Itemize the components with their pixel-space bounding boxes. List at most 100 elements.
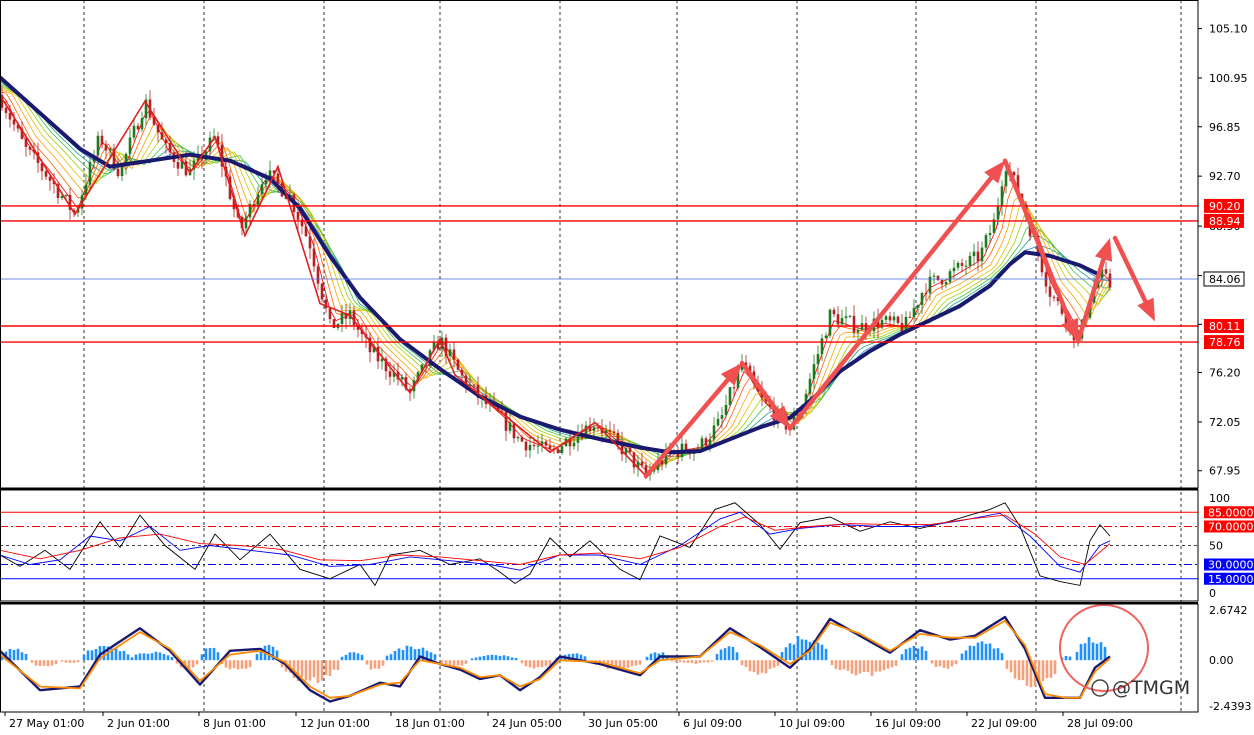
macd-histogram-bar: [626, 660, 630, 668]
candle-body: [704, 438, 708, 446]
candle-body: [472, 384, 476, 386]
macd-histogram-bar: [719, 649, 723, 661]
candle-body: [844, 316, 848, 319]
candle-body: [920, 292, 924, 306]
candle-body: [156, 124, 160, 133]
candle-body: [140, 118, 144, 130]
macd-histogram-bar: [960, 653, 964, 661]
macd-histogram-bar: [824, 648, 828, 661]
macd-histogram-bar: [134, 654, 138, 661]
candle-body: [940, 280, 944, 285]
macd-histogram-bar: [964, 650, 968, 661]
candle-body: [136, 125, 140, 130]
macd-histogram-bar: [670, 660, 674, 662]
candle-body: [924, 292, 928, 294]
candle-body: [860, 323, 864, 331]
candle-body: [808, 378, 812, 394]
macd-histogram-bar: [385, 655, 389, 661]
candle-body: [640, 461, 644, 466]
macd-histogram-bar: [938, 660, 942, 667]
candle-body: [96, 135, 100, 156]
level-label: 88.94: [1209, 215, 1241, 228]
candle-body: [832, 309, 836, 315]
macd-histogram-bar: [942, 660, 946, 668]
macd-histogram-bar: [482, 655, 486, 661]
macd-histogram-bar: [622, 660, 626, 669]
macd-histogram-bar: [486, 655, 490, 661]
candle-body: [884, 316, 888, 320]
macd-histogram-bar: [460, 660, 464, 666]
macd-histogram-bar: [740, 660, 744, 666]
candle-body: [64, 194, 68, 197]
macd-histogram-bar: [405, 645, 409, 661]
macd-histogram-bar: [389, 654, 393, 661]
candle-body: [528, 444, 532, 451]
macd-tick-label: -2.4393: [1209, 700, 1251, 713]
candle-body: [104, 144, 108, 151]
macd-histogram-bar: [862, 660, 866, 673]
candle-body: [1048, 286, 1052, 297]
x-tick-label: 28 Jul 09:00: [1067, 717, 1133, 730]
macd-histogram-bar: [114, 647, 118, 661]
candle-body: [572, 442, 576, 447]
macd-histogram-bar: [68, 660, 72, 663]
macd-histogram-bar: [130, 657, 134, 661]
macd-histogram-bar: [764, 660, 768, 674]
candle-body: [1044, 272, 1048, 287]
macd-histogram-bar: [682, 660, 686, 663]
chart-root: 27 May 01:00 2 Jun 01:00 8 Jun 01:00 12 Jun…: [0, 0, 1254, 731]
x-tick-label: 12 Jun 01:00: [300, 717, 370, 730]
macd-histogram-bar: [300, 660, 304, 678]
candle-body: [536, 445, 540, 447]
candle-body: [816, 354, 820, 365]
macd-histogram-bar: [118, 651, 122, 661]
macd-histogram-bar: [328, 660, 332, 677]
chart-svg: 27 May 01:00 2 Jun 01:00 8 Jun 01:00 12 Jun…: [0, 0, 1254, 731]
candle-body: [592, 427, 596, 431]
candle-body: [996, 205, 1000, 220]
macd-histogram-bar: [138, 653, 142, 661]
macd-histogram-bar: [630, 660, 634, 667]
macd-histogram-bar: [870, 660, 874, 677]
macd-histogram-bar: [752, 660, 756, 673]
candle-body: [460, 369, 464, 376]
stoch-level-label: 30.0000: [1208, 559, 1254, 572]
stoch-level-label: 15.0000: [1208, 573, 1254, 586]
macd-histogram-bar: [490, 654, 494, 661]
candle-body: [888, 316, 892, 321]
macd-histogram-bar: [756, 660, 760, 675]
macd-histogram-bar: [336, 660, 340, 671]
candle-body: [988, 233, 992, 236]
macd-histogram-bar: [1064, 655, 1068, 661]
macd-histogram-bar: [946, 660, 950, 669]
candle-body: [608, 430, 612, 432]
candle-body: [260, 184, 264, 195]
macd-histogram-bar: [154, 651, 158, 661]
candle-body: [244, 217, 248, 229]
candle-body: [452, 349, 456, 360]
macd-histogram-bar: [248, 660, 252, 668]
x-tick-label: 24 Jun 05:00: [492, 717, 562, 730]
macd-histogram-bar: [735, 652, 739, 661]
macd-histogram-bar: [494, 655, 498, 661]
level-label: 84.06: [1209, 273, 1241, 286]
level-label: 90.20: [1209, 200, 1241, 213]
x-tick-label: 2 Jun 01:00: [107, 717, 170, 730]
candle-body: [828, 309, 832, 336]
candle-body: [908, 316, 912, 318]
candle-body: [4, 107, 8, 113]
candle-body: [544, 441, 548, 446]
macd-histogram-bar: [924, 650, 928, 661]
macd-histogram-bar: [954, 660, 958, 665]
macd-histogram-bar: [760, 660, 764, 673]
candle-body: [504, 411, 508, 431]
macd-histogram-bar: [228, 660, 232, 670]
macd-histogram-bar: [886, 660, 890, 669]
macd-histogram-bar: [772, 660, 776, 668]
candle-body: [152, 117, 156, 125]
candle-body: [340, 313, 344, 324]
macd-histogram-bar: [216, 652, 220, 661]
candle-body: [176, 161, 180, 169]
candle-body: [824, 335, 828, 339]
candle-body: [1104, 269, 1108, 274]
